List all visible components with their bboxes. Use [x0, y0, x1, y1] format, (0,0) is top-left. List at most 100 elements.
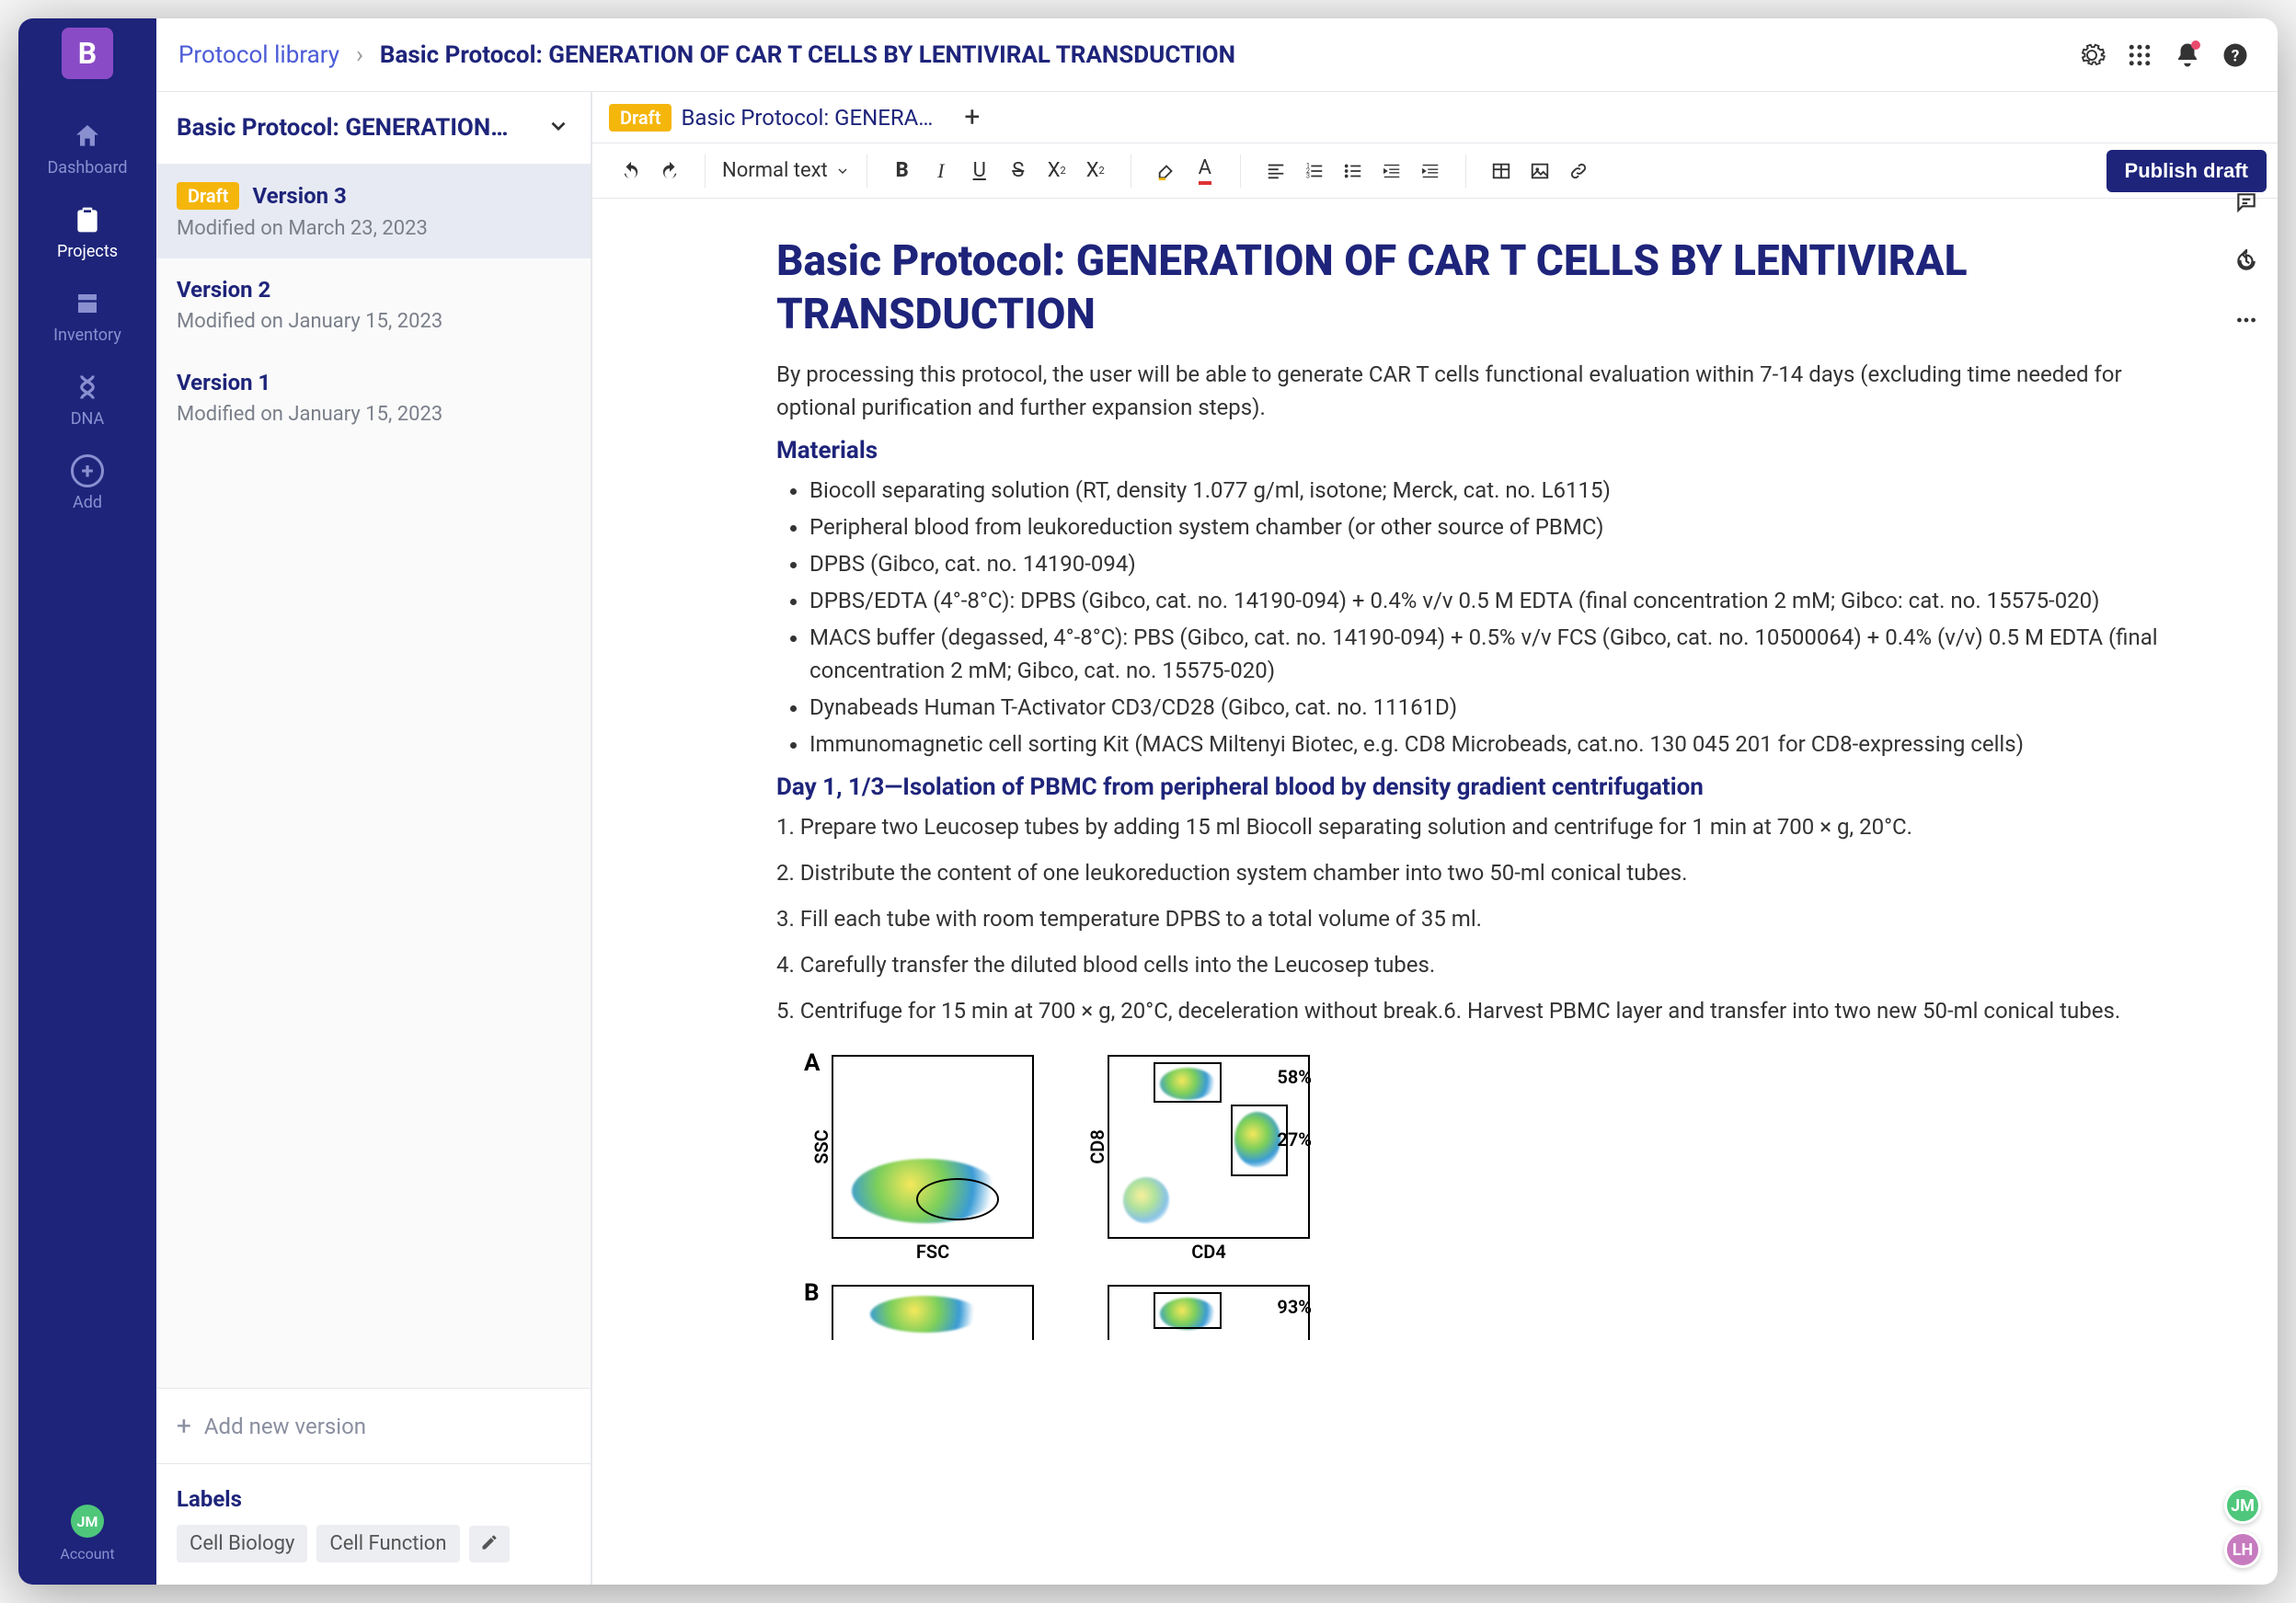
day1-heading: Day 1, 1/3—Isolation of PBMC from periph…: [776, 773, 2186, 801]
step: 5. Centrifuge for 15 min at 700 × g, 20°…: [776, 994, 2186, 1027]
svg-text:?: ?: [2232, 47, 2240, 65]
superscript-button[interactable]: X2: [1039, 153, 1075, 189]
text-style-select[interactable]: Normal text: [713, 159, 859, 182]
nav-label: DNA: [71, 409, 105, 429]
scatter-plot-partial: 93%: [1108, 1285, 1310, 1340]
draft-badge: Draft: [609, 104, 672, 132]
version-name: Version 3: [252, 183, 346, 209]
versions-panel: Basic Protocol: GENERATION… Draft Versio…: [156, 92, 592, 1585]
history-icon: [2234, 249, 2258, 273]
app-logo[interactable]: B: [62, 28, 113, 79]
edit-labels-button[interactable]: [469, 1526, 510, 1563]
link-icon: [1568, 161, 1589, 181]
step: 4. Carefully transfer the diluted blood …: [776, 948, 2186, 981]
version-item[interactable]: Draft Version 3 Modified on March 23, 20…: [156, 164, 591, 258]
new-tab-button[interactable]: +: [964, 101, 980, 133]
breadcrumb-root[interactable]: Protocol library: [178, 41, 339, 69]
box-icon: [71, 287, 104, 320]
notifications-button[interactable]: [2167, 35, 2208, 75]
gate-pct: 58%: [1277, 1066, 1312, 1088]
bold-button[interactable]: B: [884, 153, 921, 189]
gear-icon: [2078, 41, 2106, 69]
version-modified: Modified on January 15, 2023: [177, 310, 570, 333]
indent-button[interactable]: [1412, 153, 1449, 189]
history-button[interactable]: [2228, 243, 2265, 280]
figure-row-a: A SSC FSC CD8: [832, 1055, 2186, 1239]
axis-label: FSC: [916, 1241, 949, 1263]
underline-button[interactable]: U: [961, 153, 998, 189]
comments-button[interactable]: [2228, 184, 2265, 221]
draft-badge: Draft: [177, 182, 239, 210]
label-chip[interactable]: Cell Biology: [177, 1525, 307, 1563]
protocol-title: Basic Protocol: GENERATION…: [177, 114, 508, 142]
add-version-button[interactable]: + Add new version: [156, 1388, 591, 1464]
version-item[interactable]: Version 1 Modified on January 15, 2023: [156, 351, 591, 444]
list-item: Immunomagnetic cell sorting Kit (MACS Mi…: [809, 727, 2186, 761]
panel-label: A: [804, 1049, 820, 1077]
text-color-button[interactable]: A: [1187, 153, 1223, 189]
table-button[interactable]: [1483, 153, 1520, 189]
doc-title: Basic Protocol: GENERATION OF CAR T CELL…: [776, 235, 2186, 341]
strike-button[interactable]: S: [1000, 153, 1037, 189]
axis-label: SSC: [810, 1129, 832, 1164]
nav-add[interactable]: + Add: [18, 441, 156, 525]
axis-label: CD4: [1191, 1241, 1226, 1263]
undo-icon: [621, 161, 641, 181]
align-button[interactable]: [1257, 153, 1294, 189]
link-button[interactable]: [1560, 153, 1597, 189]
subscript-button[interactable]: X2: [1077, 153, 1114, 189]
nav-dashboard[interactable]: Dashboard: [18, 107, 156, 190]
numbered-list-button[interactable]: 123: [1296, 153, 1333, 189]
gate-pct: 93%: [1277, 1296, 1312, 1318]
toolbar: Normal text B I U S X2 X2: [592, 143, 2278, 199]
nav-rail: B Dashboard Projects Inventory DNA: [18, 18, 156, 1585]
scatter-plot-partial: [832, 1285, 1034, 1340]
image-icon: [1530, 161, 1550, 181]
dna-icon: [71, 371, 104, 404]
version-modified: Modified on January 15, 2023: [177, 403, 570, 426]
expand-button[interactable]: [546, 114, 570, 142]
editor-tab[interactable]: Draft Basic Protocol: GENERA…: [609, 104, 933, 132]
nav-projects[interactable]: Projects: [18, 190, 156, 274]
labels-section: Labels Cell Biology Cell Function: [156, 1464, 591, 1585]
nav-dna[interactable]: DNA: [18, 358, 156, 441]
top-bar: Protocol library › Basic Protocol: GENER…: [156, 18, 2278, 92]
more-button[interactable]: [2228, 302, 2265, 338]
presence-avatar[interactable]: JM: [2224, 1487, 2261, 1524]
apps-grid-icon: [2126, 41, 2153, 69]
editor: Draft Basic Protocol: GENERA… + Normal t…: [592, 92, 2278, 1585]
label-chip[interactable]: Cell Function: [316, 1525, 459, 1563]
scatter-plot-ssc-fsc: SSC FSC: [832, 1055, 1034, 1239]
align-left-icon: [1266, 161, 1286, 181]
settings-button[interactable]: [2072, 35, 2112, 75]
dots-icon: [2234, 308, 2258, 332]
undo-button[interactable]: [613, 153, 649, 189]
materials-list: Biocoll separating solution (RT, density…: [776, 474, 2186, 761]
step: 2. Distribute the content of one leukore…: [776, 856, 2186, 889]
figure-row-b: B 93%: [832, 1285, 2186, 1340]
bullet-list-button[interactable]: [1335, 153, 1372, 189]
nav-label: Account: [60, 1545, 114, 1563]
breadcrumb-current: Basic Protocol: GENERATION OF CAR T CELL…: [380, 41, 1235, 69]
list-item: Biocoll separating solution (RT, density…: [809, 474, 2186, 507]
clipboard-icon: [71, 203, 104, 236]
version-item[interactable]: Version 2 Modified on January 15, 2023: [156, 258, 591, 351]
highlight-button[interactable]: [1148, 153, 1185, 189]
apps-button[interactable]: [2119, 35, 2160, 75]
help-icon: ?: [2221, 41, 2249, 69]
nav-inventory[interactable]: Inventory: [18, 274, 156, 358]
nav-account[interactable]: JM Account: [18, 1505, 156, 1563]
redo-button[interactable]: [651, 153, 688, 189]
right-rail: [2228, 184, 2265, 338]
list-item: MACS buffer (degassed, 4°-8°C): PBS (Gib…: [809, 621, 2186, 687]
ol-icon: 123: [1304, 161, 1325, 181]
pencil-icon: [480, 1533, 499, 1551]
notification-dot: [2191, 40, 2200, 50]
document-body[interactable]: Basic Protocol: GENERATION OF CAR T CELL…: [776, 235, 2186, 1340]
add-version-label: Add new version: [204, 1414, 366, 1439]
italic-button[interactable]: I: [923, 153, 959, 189]
help-button[interactable]: ?: [2215, 35, 2256, 75]
outdent-button[interactable]: [1373, 153, 1410, 189]
presence-avatar[interactable]: LH: [2224, 1531, 2261, 1568]
image-button[interactable]: [1521, 153, 1558, 189]
